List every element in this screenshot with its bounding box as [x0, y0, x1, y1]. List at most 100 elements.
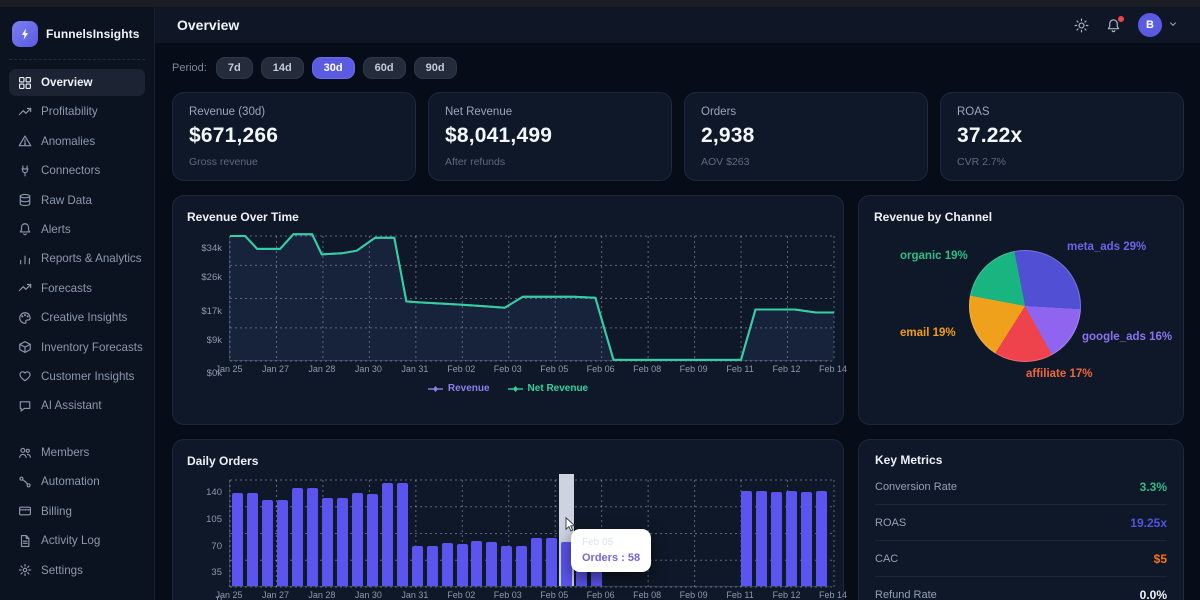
charts-row: Revenue Over Time $34k$26k$17k$9k$0k Jan… — [172, 195, 1184, 425]
bar-slot[interactable] — [664, 480, 679, 586]
sidebar-item-billing[interactable]: Billing — [9, 498, 145, 525]
period-pill-60d[interactable]: 60d — [363, 57, 406, 79]
file-icon — [17, 533, 32, 548]
bar-slot[interactable] — [649, 480, 664, 586]
sidebar-item-raw-data[interactable]: Raw Data — [9, 187, 145, 214]
bar-slot[interactable] — [514, 480, 529, 586]
bar-slot[interactable] — [529, 480, 544, 586]
chart-title: Revenue by Channel — [874, 210, 1168, 224]
bar-chart: 14010570350 — [187, 480, 829, 587]
bar-slot[interactable] — [440, 480, 455, 586]
period-pill-14d[interactable]: 14d — [261, 57, 304, 79]
bar-slot[interactable] — [814, 480, 829, 586]
legend-item-net-revenue[interactable]: Net Revenue — [508, 383, 589, 394]
x-tick-label: Jan 27 — [262, 364, 289, 374]
pie-label-affiliate: affiliate 17% — [1026, 368, 1092, 380]
sidebar-item-automation[interactable]: Automation — [9, 468, 145, 495]
kpi-row: Revenue (30d) $671,266 Gross revenue Net… — [172, 92, 1184, 181]
sidebar-item-members[interactable]: Members — [9, 439, 145, 466]
x-tick-label: Feb 08 — [633, 364, 661, 374]
bar-slot[interactable] — [260, 480, 275, 586]
notification-badge — [1118, 16, 1124, 22]
x-tick-label: Feb 03 — [494, 364, 522, 374]
sidebar-item-connectors[interactable]: Connectors — [9, 157, 145, 184]
sidebar-item-reports-analytics[interactable]: Reports & Analytics — [9, 245, 145, 272]
bar-slot[interactable] — [484, 480, 499, 586]
x-tick-label: Feb 06 — [587, 590, 615, 600]
bar-slot[interactable] — [709, 480, 724, 586]
sidebar-item-settings[interactable]: Settings — [9, 557, 145, 584]
bar-slot[interactable] — [320, 480, 335, 586]
x-tick-label: Jan 31 — [401, 364, 428, 374]
sidebar-item-label: Alerts — [41, 223, 71, 236]
bar-slot[interactable] — [245, 480, 260, 586]
bar-slot[interactable] — [799, 480, 814, 586]
line-chart-y-axis: $34k$26k$17k$9k$0k — [187, 236, 229, 361]
pie-label-email: email 19% — [900, 327, 956, 339]
bar-slot[interactable] — [470, 480, 485, 586]
bar — [816, 491, 827, 586]
bar-slot[interactable] — [335, 480, 350, 586]
main-area: Overview B Period: — [155, 7, 1200, 600]
sidebar-item-forecasts[interactable]: Forecasts — [9, 275, 145, 302]
bar-slot[interactable] — [410, 480, 425, 586]
period-pill-90d[interactable]: 90d — [414, 57, 457, 79]
x-tick-label: Feb 08 — [633, 590, 661, 600]
bar-slot[interactable] — [784, 480, 799, 586]
pie-label-meta-ads: meta_ads 29% — [1067, 241, 1146, 253]
bar-slot[interactable] — [350, 480, 365, 586]
bar-chart-plot[interactable] — [229, 480, 829, 587]
line-chart-plot[interactable] — [229, 236, 829, 361]
pie-label-google-ads: google_ads 16% — [1082, 331, 1172, 343]
metric-value: 0.0% — [1140, 588, 1167, 600]
bar-slot[interactable] — [380, 480, 395, 586]
user-menu[interactable]: B — [1138, 13, 1178, 37]
sidebar-item-profitability[interactable]: Profitability — [9, 98, 145, 125]
sidebar-item-customer-insights[interactable]: Customer Insights — [9, 363, 145, 390]
sidebar-item-overview[interactable]: Overview — [9, 69, 145, 96]
bar-slot[interactable] — [425, 480, 440, 586]
sidebar-item-label: AI Assistant — [41, 399, 102, 412]
sidebar-item-alerts[interactable]: Alerts — [9, 216, 145, 243]
bar-slot[interactable] — [754, 480, 769, 586]
tooltip-value: Orders : 58 — [582, 552, 640, 564]
period-pill-7d[interactable]: 7d — [216, 57, 253, 79]
bar — [741, 491, 752, 586]
bar-chart-y-axis: 14010570350 — [187, 480, 229, 587]
period-selector: Period: 7d14d30d60d90d — [172, 57, 1184, 79]
y-tick-label: 70 — [211, 541, 222, 552]
bar-slot[interactable] — [694, 480, 709, 586]
sidebar-item-label: Anomalies — [41, 135, 95, 148]
bar-slot[interactable] — [395, 480, 410, 586]
pie-graphic[interactable] — [969, 250, 1081, 362]
sidebar-item-inventory-forecasts[interactable]: Inventory Forecasts — [9, 334, 145, 361]
theme-toggle-sun-icon[interactable] — [1074, 18, 1089, 33]
bar-slot[interactable] — [230, 480, 245, 586]
notifications-bell-icon[interactable] — [1106, 18, 1121, 33]
bar-slot[interactable] — [739, 480, 754, 586]
sidebar-item-creative-insights[interactable]: Creative Insights — [9, 304, 145, 331]
period-pill-30d[interactable]: 30d — [312, 57, 355, 79]
bar-slot[interactable] — [769, 480, 784, 586]
bar-slot[interactable] — [679, 480, 694, 586]
bar-slot[interactable] — [290, 480, 305, 586]
bar-slot[interactable] — [544, 480, 559, 586]
bar-slot[interactable] — [724, 480, 739, 586]
lightning-icon — [12, 21, 38, 47]
line-chart-x-axis: Jan 25Jan 27Jan 28Jan 30Jan 31Feb 02Feb … — [229, 364, 833, 377]
sidebar-item-activity-log[interactable]: Activity Log — [9, 527, 145, 554]
bar-slot[interactable] — [455, 480, 470, 586]
bar-slot[interactable] — [275, 480, 290, 586]
bar-slot[interactable] — [365, 480, 380, 586]
avatar[interactable]: B — [1138, 13, 1162, 37]
sidebar-item-anomalies[interactable]: Anomalies — [9, 128, 145, 155]
bar-slot[interactable] — [499, 480, 514, 586]
legend-item-revenue[interactable]: Revenue — [428, 383, 490, 394]
bar-slot[interactable] — [305, 480, 320, 586]
sidebar-item-ai-assistant[interactable]: AI Assistant — [9, 392, 145, 419]
y-tick-label: 140 — [206, 487, 222, 498]
x-tick-label: Jan 31 — [401, 590, 428, 600]
credit-card-icon — [17, 504, 32, 519]
kpi-card-revenue: Revenue (30d) $671,266 Gross revenue — [172, 92, 416, 181]
package-icon — [17, 340, 32, 355]
